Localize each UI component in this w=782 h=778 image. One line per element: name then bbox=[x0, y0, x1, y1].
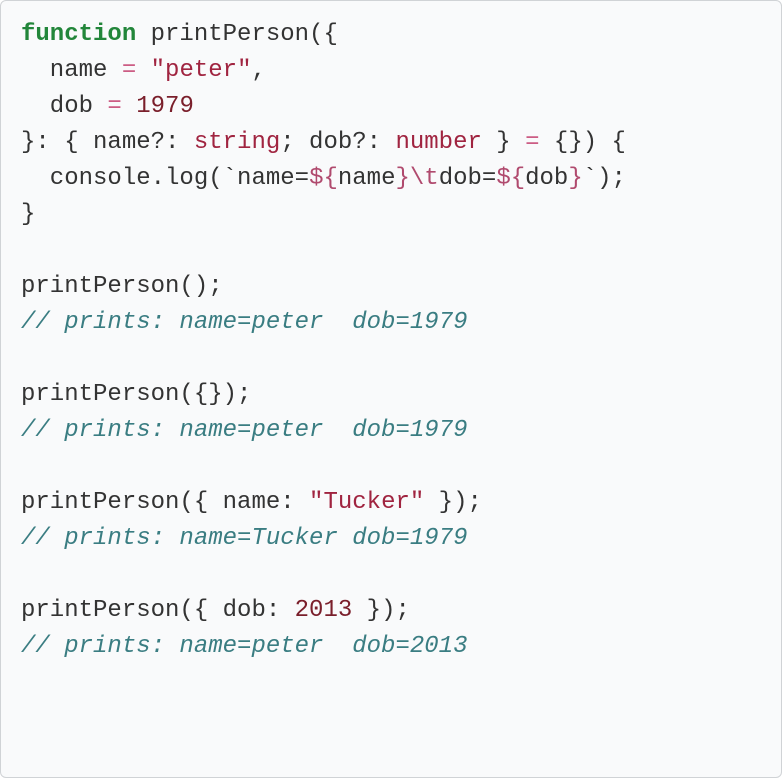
quote: " bbox=[151, 57, 165, 84]
backtick: ` bbox=[223, 165, 237, 192]
call-1: printPerson(); bbox=[21, 273, 223, 300]
function-close: } bbox=[21, 201, 35, 228]
interp-close: } bbox=[395, 165, 409, 192]
call-end: ); bbox=[597, 165, 626, 192]
assign-op: = bbox=[107, 93, 136, 120]
type-close: } bbox=[482, 129, 525, 156]
call-3-start: printPerson({ name: bbox=[21, 489, 309, 516]
interp-close: } bbox=[568, 165, 582, 192]
type-sep: ; dob?: bbox=[280, 129, 395, 156]
number-1979: 1979 bbox=[136, 93, 194, 120]
interp-open: ${ bbox=[309, 165, 338, 192]
tmpl-text: dob= bbox=[439, 165, 497, 192]
comma: , bbox=[251, 57, 265, 84]
interp-open: ${ bbox=[496, 165, 525, 192]
type-string: string bbox=[194, 129, 280, 156]
code-content: function printPerson({ name = "peter", d… bbox=[21, 17, 761, 665]
interp-var: dob bbox=[525, 165, 568, 192]
call-2: printPerson({}); bbox=[21, 381, 251, 408]
code-block: function printPerson({ name = "peter", d… bbox=[0, 0, 782, 778]
quote: " bbox=[410, 489, 424, 516]
comment-2: // prints: name=peter dob=1979 bbox=[21, 417, 467, 444]
comment-4: // prints: name=peter dob=2013 bbox=[21, 633, 467, 660]
string-tucker: Tucker bbox=[323, 489, 409, 516]
type-anno-start: }: { name?: bbox=[21, 129, 194, 156]
comment-3: // prints: name=Tucker dob=1979 bbox=[21, 525, 467, 552]
interp-var: name bbox=[338, 165, 396, 192]
call-4-end: }); bbox=[352, 597, 410, 624]
paren-open: ({ bbox=[309, 21, 338, 48]
string-peter: peter bbox=[165, 57, 237, 84]
assign-op: = bbox=[525, 129, 554, 156]
function-name: printPerson bbox=[136, 21, 309, 48]
call-3-end: }); bbox=[424, 489, 482, 516]
console-log: console.log( bbox=[21, 165, 223, 192]
number-2013: 2013 bbox=[295, 597, 353, 624]
call-4-start: printPerson({ dob: bbox=[21, 597, 295, 624]
assign-op: = bbox=[122, 57, 151, 84]
backtick: ` bbox=[583, 165, 597, 192]
param-name: name bbox=[21, 57, 122, 84]
comment-1: // prints: name=peter dob=1979 bbox=[21, 309, 467, 336]
type-number: number bbox=[395, 129, 481, 156]
param-dob: dob bbox=[21, 93, 107, 120]
tmpl-text: name= bbox=[237, 165, 309, 192]
quote: " bbox=[309, 489, 323, 516]
escape-tab: \t bbox=[410, 165, 439, 192]
quote: " bbox=[237, 57, 251, 84]
default-empty: {}) { bbox=[554, 129, 626, 156]
keyword-function: function bbox=[21, 21, 136, 48]
